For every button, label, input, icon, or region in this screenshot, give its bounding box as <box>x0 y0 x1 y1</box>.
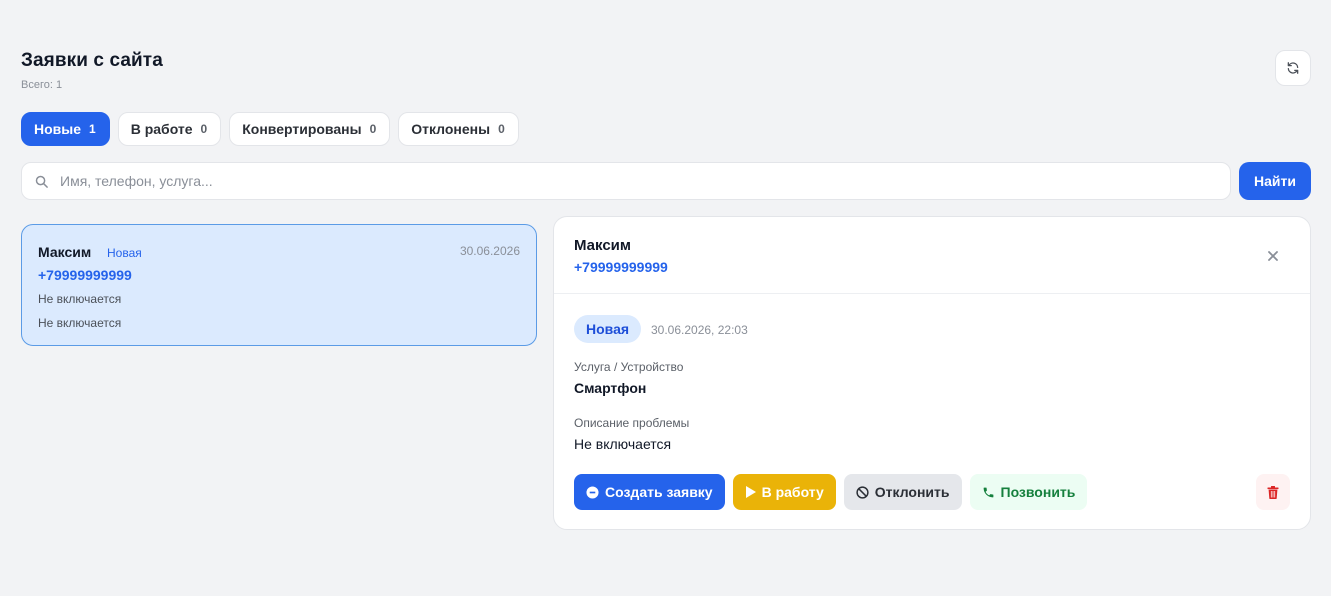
service-value: Смартфон <box>574 380 647 396</box>
tab-label: Новые <box>34 121 82 137</box>
tab-count: 0 <box>498 122 505 136</box>
tab-new[interactable]: Новые 1 <box>21 112 110 146</box>
tab-count: 0 <box>369 122 377 136</box>
create-order-label: Создать заявку <box>605 484 713 500</box>
page: Заявки с сайта Всего: 1 Новые 1 В работе… <box>0 0 1331 596</box>
lead-date: 30.06.2026 <box>459 244 520 258</box>
ban-icon <box>856 485 869 499</box>
delete-button[interactable] <box>1256 474 1290 510</box>
lead-phone: +79999999999 <box>38 267 132 283</box>
close-icon <box>1268 251 1278 261</box>
search-bar <box>21 162 1231 200</box>
refresh-icon <box>1287 62 1299 74</box>
tab-rejected[interactable]: Отклонены 0 <box>398 112 519 146</box>
status-badge: Новая <box>574 315 642 343</box>
problem-value: Не включается <box>574 436 672 452</box>
page-title: Заявки с сайта <box>21 50 163 71</box>
create-order-button[interactable]: Создать заявку <box>574 474 725 510</box>
tab-label: Конвертированы <box>242 121 362 137</box>
detail-header <box>554 217 1310 294</box>
lead-status: Новая <box>107 246 142 260</box>
detail-name: Максим <box>574 237 631 254</box>
call-button[interactable]: Позвонить <box>969 474 1088 510</box>
take-to-work-button[interactable]: В работу <box>732 474 836 510</box>
lead-card[interactable]: Максим Новая 30.06.2026 +79999999999 Не … <box>21 224 537 346</box>
lead-detail-panel: Максим +79999999999 Новая 30.06.2026, 22… <box>553 216 1311 530</box>
reject-label: Отклонить <box>874 484 950 500</box>
total-count: Всего: 1 <box>21 79 63 91</box>
detail-phone-link[interactable]: +79999999999 <box>574 259 668 275</box>
search-button[interactable]: Найти <box>1239 162 1311 200</box>
search-input[interactable] <box>60 163 1230 199</box>
tab-in-progress[interactable]: В работе 0 <box>117 112 222 146</box>
status-tabs: Новые 1 В работе 0 Конвертированы 0 Откл… <box>21 112 519 146</box>
tab-count: 1 <box>89 122 96 136</box>
tab-converted[interactable]: Конвертированы 0 <box>229 112 391 146</box>
trash-icon <box>1267 485 1279 499</box>
lead-service: Не включается <box>38 292 122 306</box>
tab-count: 0 <box>200 122 208 136</box>
search-icon <box>22 174 60 189</box>
action-bar: Создать заявку В работу Отклонить Позвон… <box>574 474 1088 510</box>
tab-label: Отклонены <box>411 121 491 137</box>
lead-problem: Не включается <box>38 316 122 330</box>
detail-datetime: 30.06.2026, 22:03 <box>651 323 748 337</box>
reject-button[interactable]: Отклонить <box>843 474 962 510</box>
take-to-work-label: В работу <box>761 484 824 500</box>
lead-name: Максим <box>38 244 92 260</box>
tab-label: В работе <box>130 121 193 137</box>
play-icon <box>745 486 756 498</box>
problem-label: Описание проблемы <box>574 416 690 430</box>
call-label: Позвонить <box>1000 484 1076 500</box>
phone-icon <box>983 487 993 497</box>
close-button[interactable] <box>1261 244 1285 268</box>
refresh-button[interactable] <box>1275 50 1311 86</box>
plus-circle-icon <box>586 485 599 499</box>
service-label: Услуга / Устройство <box>574 360 684 374</box>
